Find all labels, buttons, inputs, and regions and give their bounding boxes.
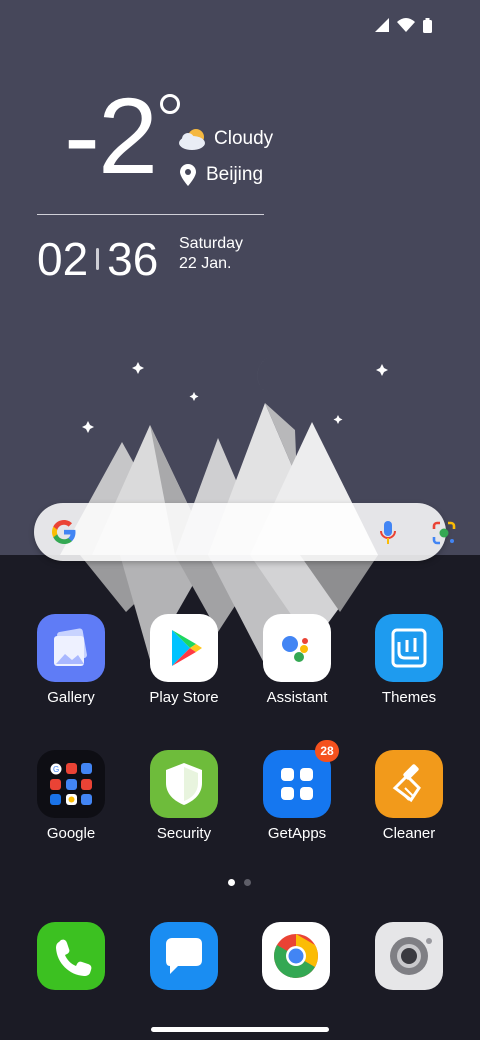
page-indicator[interactable]	[228, 879, 251, 886]
assistant-icon	[263, 614, 331, 682]
google-search-bar[interactable]	[34, 503, 456, 561]
svg-text:G: G	[53, 765, 59, 774]
clock-minutes: 36	[107, 233, 159, 285]
app-getapps[interactable]: 28 GetApps	[242, 740, 352, 842]
weather-condition[interactable]: Cloudy	[178, 127, 273, 151]
mic-icon[interactable]	[376, 519, 400, 547]
date-widget[interactable]: Saturday 22 Jan.	[179, 234, 243, 274]
app-label: Themes	[381, 689, 437, 706]
stars-decoration	[82, 362, 388, 433]
app-themes[interactable]: Themes	[354, 614, 464, 706]
app-security[interactable]: Security	[129, 750, 239, 842]
degree-symbol	[160, 94, 180, 114]
app-label: Cleaner	[382, 825, 436, 842]
google-g-icon	[52, 520, 76, 544]
page-dot	[244, 879, 251, 886]
app-label: Google	[46, 825, 96, 842]
cloudy-icon	[179, 129, 205, 150]
clock-separator	[96, 248, 100, 270]
day-label: Saturday	[179, 235, 244, 252]
getapps-icon: 28	[263, 740, 339, 818]
app-label: Gallery	[47, 689, 95, 706]
battery-icon	[423, 17, 432, 33]
status-bar	[375, 14, 432, 36]
app-label: Security	[156, 825, 212, 842]
cleaner-icon	[375, 750, 443, 818]
signal-icon	[375, 18, 389, 32]
chrome-icon[interactable]	[262, 922, 330, 990]
themes-icon	[375, 614, 443, 682]
play-store-icon	[150, 614, 218, 682]
gallery-icon	[37, 614, 105, 682]
clock-widget[interactable]: 02 36	[37, 232, 158, 286]
page-dot-active	[228, 879, 235, 886]
app-label: Assistant	[266, 689, 328, 706]
google-folder-icon: G	[37, 750, 105, 818]
app-play-store[interactable]: Play Store	[129, 614, 239, 706]
app-label: GetApps	[267, 825, 327, 842]
widget-divider	[37, 214, 264, 215]
lens-icon[interactable]	[431, 520, 457, 546]
camera-icon[interactable]	[375, 922, 443, 990]
app-google-folder[interactable]: G Google	[16, 750, 126, 842]
security-shield-icon	[150, 750, 218, 818]
location-pin-icon	[180, 164, 196, 186]
home-gesture-bar[interactable]	[151, 1027, 329, 1032]
notification-badge: 28	[315, 740, 339, 762]
weather-location[interactable]: Beijing	[180, 164, 263, 186]
wifi-icon	[397, 18, 415, 32]
app-gallery[interactable]: Gallery	[16, 614, 126, 706]
app-assistant[interactable]: Assistant	[242, 614, 352, 706]
location-label: Beijing	[206, 164, 264, 185]
temperature[interactable]: -2	[64, 82, 158, 190]
weather-condition-label: Cloudy	[214, 128, 274, 149]
moon-icon	[257, 355, 280, 397]
app-label: Play Store	[149, 689, 219, 706]
phone-icon[interactable]	[37, 922, 105, 990]
date-label: 22 Jan.	[179, 255, 232, 272]
app-cleaner[interactable]: Cleaner	[354, 750, 464, 842]
messages-icon[interactable]	[150, 922, 218, 990]
clock-hours: 02	[37, 233, 89, 285]
